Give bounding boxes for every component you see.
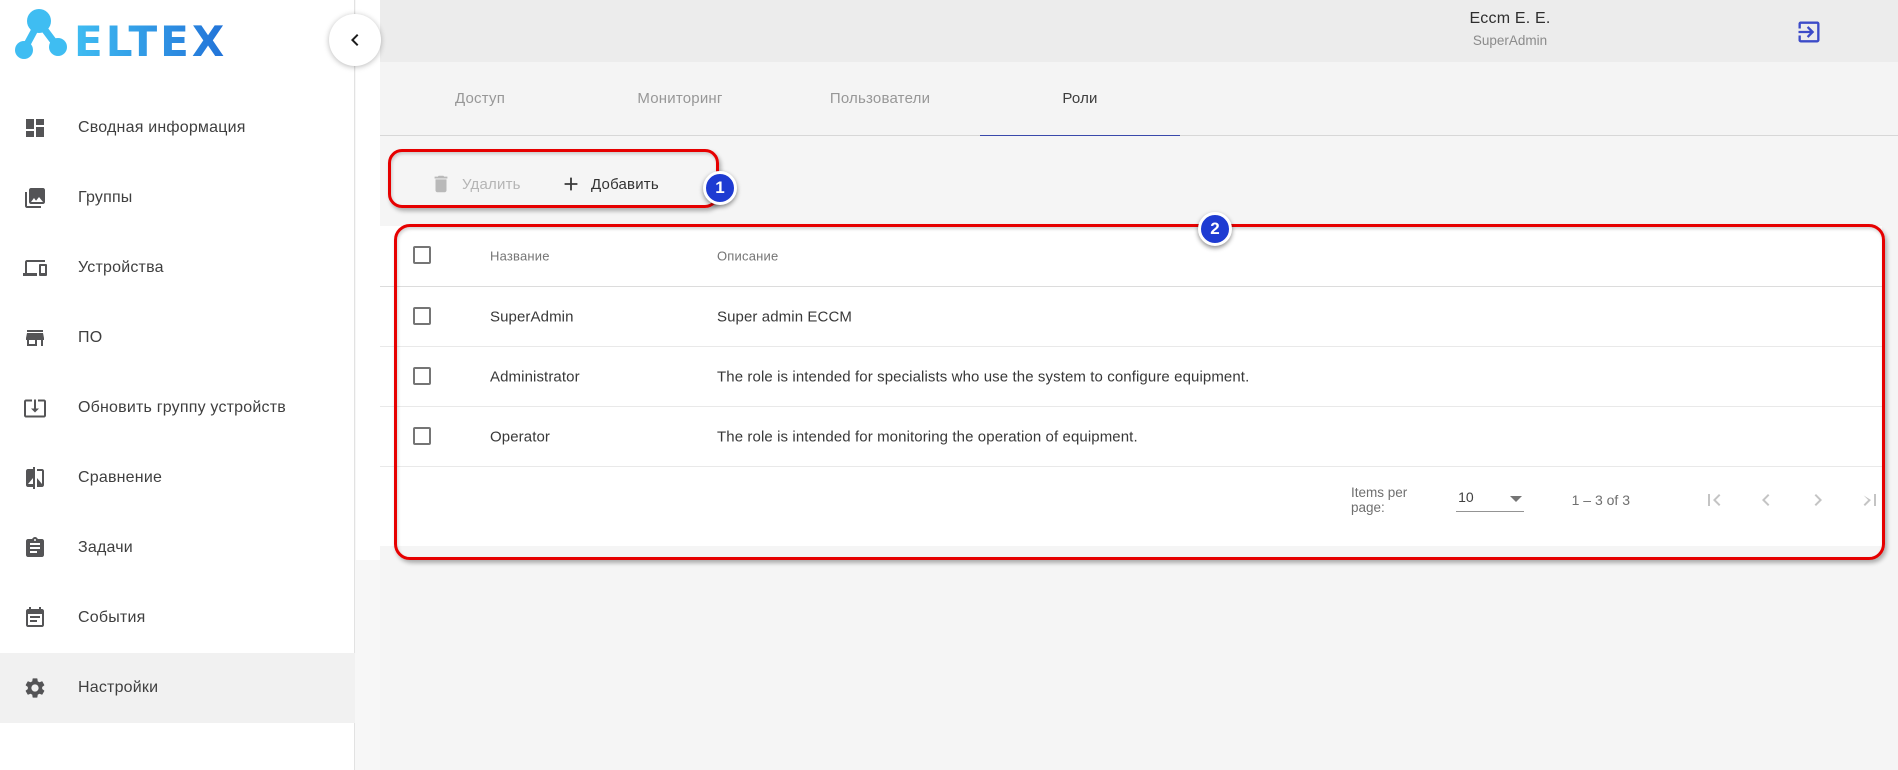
logo-text: ELTEX [74, 17, 227, 66]
sidebar-collapse-button[interactable] [329, 14, 381, 66]
sidebar-item-label: Обновить группу устройств [78, 399, 286, 417]
plus-icon [560, 173, 582, 195]
trash-icon [430, 173, 452, 195]
store-icon [23, 326, 47, 350]
sidebar-nav: Сводная информация Группы Устройства ПО [0, 93, 355, 723]
events-icon [23, 606, 47, 630]
role-name: Administrator [490, 368, 580, 385]
photo-library-icon [23, 186, 47, 210]
role-description: Super admin ECCM [717, 308, 852, 325]
compare-icon [23, 466, 47, 490]
top-header-bar [380, 0, 1898, 62]
chevron-left-icon [1754, 488, 1778, 512]
sidebar-item-label: Задачи [78, 539, 133, 557]
sidebar-item-compare[interactable]: Сравнение [0, 443, 355, 513]
table-paginator: Items per page: 10 1 – 3 of 3 [1351, 467, 1882, 533]
row-checkbox[interactable] [413, 427, 431, 445]
items-per-page-label: Items per page: [1351, 485, 1444, 515]
sidebar-item-devices[interactable]: Устройства [0, 233, 355, 303]
sidebar-item-groups[interactable]: Группы [0, 163, 355, 233]
table-row[interactable]: SuperAdmin Super admin ECCM [380, 287, 1882, 347]
sidebar: ELTEX Сводная информация Группы Устройст… [0, 0, 355, 770]
table-row[interactable]: Administrator The role is intended for s… [380, 347, 1882, 407]
tab-roles[interactable]: Роли [980, 62, 1180, 136]
sidebar-item-update-group[interactable]: Обновить группу устройств [0, 373, 355, 443]
user-block: Eccm E. E. SuperAdmin [1415, 10, 1605, 48]
column-header-name: Название [490, 249, 550, 264]
sidebar-item-software[interactable]: ПО [0, 303, 355, 373]
sidebar-item-label: ПО [78, 329, 102, 347]
column-header-description: Описание [717, 249, 778, 264]
dashboard-icon [23, 116, 47, 140]
last-page-button[interactable] [1858, 488, 1882, 512]
delete-button[interactable]: Удалить [430, 166, 521, 202]
role-description: The role is intended for specialists who… [717, 368, 1249, 385]
chevron-left-icon [343, 28, 367, 52]
settings-icon [23, 676, 47, 700]
sidebar-item-label: Сводная информация [78, 119, 246, 137]
dropdown-caret-icon [1510, 496, 1522, 502]
tab-users[interactable]: Пользователи [780, 62, 980, 136]
add-button-label: Добавить [591, 176, 659, 193]
user-role: SuperAdmin [1415, 33, 1605, 48]
first-page-button[interactable] [1702, 488, 1726, 512]
page-range-label: 1 – 3 of 3 [1572, 492, 1630, 508]
row-checkbox[interactable] [413, 307, 431, 325]
system-update-icon [23, 396, 47, 420]
logout-button[interactable] [1795, 18, 1823, 46]
add-button[interactable]: Добавить [560, 166, 659, 202]
next-page-button[interactable] [1806, 488, 1830, 512]
sidebar-item-tasks[interactable]: Задачи [0, 513, 355, 583]
settings-tabs: Доступ Мониторинг Пользователи Роли [380, 62, 1898, 136]
sidebar-item-label: Группы [78, 189, 133, 207]
sidebar-item-label: События [78, 609, 145, 627]
sidebar-item-events[interactable]: События [0, 583, 355, 653]
user-name: Eccm E. E. [1415, 10, 1605, 28]
table-row[interactable]: Operator The role is intended for monito… [380, 407, 1882, 467]
sidebar-item-label: Сравнение [78, 469, 162, 487]
role-name: Operator [490, 428, 550, 445]
table-header-row: Название Описание [380, 226, 1882, 287]
app-window: ELTEX Сводная информация Группы Устройст… [0, 0, 1898, 770]
tab-access[interactable]: Доступ [380, 62, 580, 136]
pager-nav [1674, 488, 1882, 512]
tasks-icon [23, 536, 47, 560]
sidebar-item-summary[interactable]: Сводная информация [0, 93, 355, 163]
role-name: SuperAdmin [490, 308, 574, 325]
roles-table: Название Описание SuperAdmin Super admin… [380, 226, 1882, 546]
previous-page-button[interactable] [1754, 488, 1778, 512]
first-page-icon [1702, 488, 1726, 512]
tab-monitoring[interactable]: Мониторинг [580, 62, 780, 136]
devices-icon [23, 256, 47, 280]
content-gutter [356, 0, 380, 560]
chevron-right-icon [1806, 488, 1830, 512]
eltex-logo: ELTEX [12, 4, 252, 76]
items-per-page-select[interactable]: 10 [1456, 489, 1524, 512]
sidebar-item-label: Устройства [78, 259, 164, 277]
delete-button-label: Удалить [462, 176, 521, 193]
exit-to-app-icon [1795, 18, 1823, 46]
items-per-page-value: 10 [1458, 489, 1474, 505]
sidebar-item-label: Настройки [78, 679, 158, 697]
role-description: The role is intended for monitoring the … [717, 428, 1138, 445]
last-page-icon [1858, 488, 1882, 512]
select-all-checkbox[interactable] [413, 246, 431, 264]
row-checkbox[interactable] [413, 367, 431, 385]
sidebar-item-settings[interactable]: Настройки [0, 653, 355, 723]
